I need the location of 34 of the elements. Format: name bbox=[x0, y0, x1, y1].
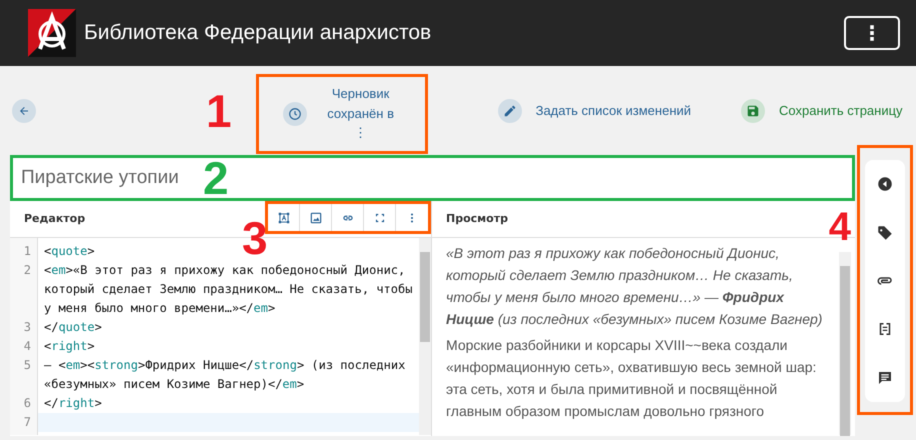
format-text-icon bbox=[276, 210, 290, 224]
line-number: 2 bbox=[22, 262, 32, 279]
line-number: 3 bbox=[22, 319, 32, 336]
code-line[interactable]: </quote> bbox=[38, 318, 419, 337]
annotation-number: 1 bbox=[206, 88, 232, 134]
save-page-button[interactable]: Сохранить страницу bbox=[731, 94, 913, 126]
code-line[interactable]: </right> bbox=[38, 394, 419, 413]
clock-icon bbox=[288, 106, 302, 120]
line-number: 1 bbox=[22, 243, 32, 260]
panel-heading: Редактор bbox=[24, 210, 86, 227]
logo-icon bbox=[28, 9, 76, 57]
panel-heading: Просмотр bbox=[446, 210, 508, 227]
app-title: Библиотека Федерации анархистов bbox=[84, 20, 432, 46]
back-button[interactable] bbox=[12, 98, 36, 122]
back-arrow-icon bbox=[18, 104, 30, 116]
annotation-number: 4 bbox=[828, 207, 851, 247]
draft-status-button[interactable]: Черновик сохранён в ⋮ bbox=[272, 80, 411, 147]
line-number: 4 bbox=[22, 338, 32, 355]
annotation-number: 2 bbox=[203, 155, 229, 201]
body-paragraph: Морские разбойники и корсары XVIII~~века создали «информационную сеть», охватившую весь земной шар: эта сеть, хотя и была примитивной и посвящённой главным образом промыслам довольно грязного bbox=[446, 336, 818, 421]
code-line[interactable]: – <em><strong>Фридрих Ницше</strong> (из последних «безумных» писем Козиме Вагнер)</em> bbox=[38, 356, 419, 394]
line-number: 6 bbox=[22, 395, 32, 412]
code-line[interactable]: <em>«В этот раз я прихожу как победоносный Дионис, который сделает Землю праздником… Не сказать, чтобы у меня было много времени…»</em> bbox=[38, 261, 419, 318]
image-icon bbox=[308, 210, 322, 224]
line-number: 5 bbox=[22, 357, 32, 374]
code-line[interactable]: <right> bbox=[38, 337, 419, 356]
menu-button[interactable]: ⋮ bbox=[844, 16, 900, 50]
annotation-number: 3 bbox=[242, 215, 268, 261]
pencil-icon bbox=[502, 104, 517, 118]
quote-paragraph: «В этот раз я прихожу как победоносный Дионис, который сделает Землю праздником… Не сказать, чтобы у меня было много времени…» — Фридрих Ницше (из последних «безумных» писем Козиме Вагнер) bbox=[446, 244, 824, 329]
set-changes-button[interactable]: Задать список изменений bbox=[488, 94, 702, 126]
back-circle-icon bbox=[876, 175, 894, 194]
tag-icon bbox=[876, 224, 894, 242]
line-number: 7 bbox=[22, 414, 32, 431]
